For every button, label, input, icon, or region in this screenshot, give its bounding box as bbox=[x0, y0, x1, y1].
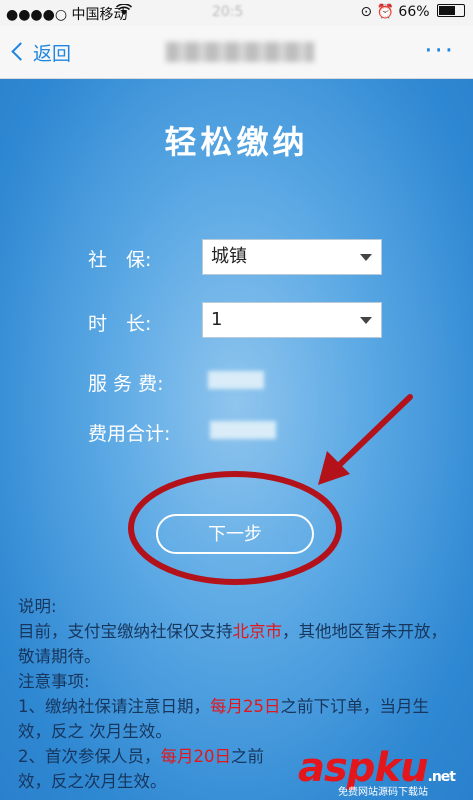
chevron-left-icon bbox=[11, 42, 30, 61]
status-right: ⊙ ⏰ 66% bbox=[360, 4, 465, 20]
clock-time: 20:5 bbox=[212, 4, 244, 20]
battery-percent: 66% bbox=[398, 4, 430, 20]
watermark-domain: .net bbox=[427, 769, 457, 785]
annotation-overlay bbox=[128, 394, 413, 585]
alarm-icon: ⏰ bbox=[376, 4, 394, 20]
back-button[interactable]: 返回 bbox=[11, 39, 72, 66]
rotation-lock-icon: ⊙ bbox=[360, 4, 373, 20]
annotation-circle bbox=[128, 471, 342, 585]
watermark-subtitle: 免费网站源码下载站 bbox=[338, 787, 428, 798]
battery-icon bbox=[437, 4, 465, 17]
back-label: 返回 bbox=[33, 43, 72, 65]
wifi-icon bbox=[115, 3, 133, 20]
nav-bar: 返回 ··· bbox=[0, 26, 473, 79]
annotation-arrow-shaft bbox=[329, 394, 413, 475]
status-bar: ●●●●○ 中国移动 20:5 ⊙ ⏰ 66% bbox=[0, 0, 473, 26]
page-title-blurred bbox=[166, 42, 314, 62]
more-menu-button[interactable]: ··· bbox=[424, 36, 455, 66]
carrier-signal: ●●●●○ 中国移动 bbox=[6, 7, 128, 23]
